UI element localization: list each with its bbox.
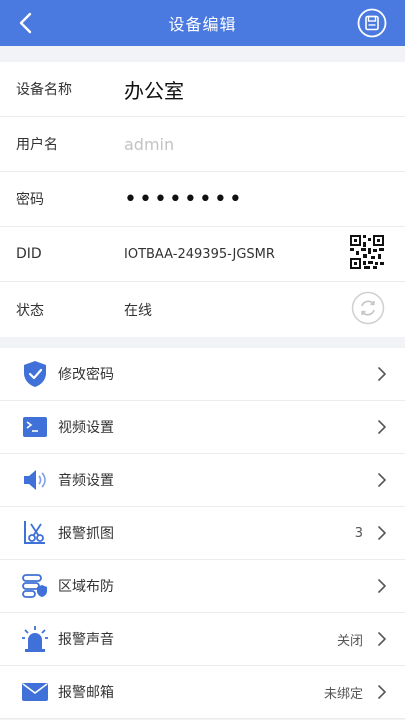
status-value: 在线 xyxy=(124,302,152,319)
device-name-field[interactable]: 办公室 xyxy=(124,75,184,104)
refresh-icon xyxy=(351,291,385,324)
chevron-right-icon xyxy=(378,367,386,381)
speaker-icon xyxy=(20,465,50,495)
menu-item-video-settings[interactable]: 视频设置 xyxy=(0,401,405,454)
menu-item-change-password[interactable]: 修改密码 xyxy=(0,348,405,401)
chevron-right-icon xyxy=(378,579,386,593)
menu-value: 关闭 xyxy=(336,633,363,649)
terminal-icon xyxy=(20,412,50,442)
zone-shield-icon xyxy=(20,571,50,601)
mail-icon xyxy=(20,677,50,707)
menu-label: 报警声音 xyxy=(58,632,114,648)
top-bar: 设备编辑 xyxy=(0,0,405,46)
menu-value: 3 xyxy=(354,525,363,541)
save-button[interactable] xyxy=(357,8,387,38)
chevron-right-icon xyxy=(378,685,386,699)
did-value: IOTBAA-249395-JGSMR xyxy=(124,246,275,262)
device-name-row: 设备名称 办公室 xyxy=(0,62,405,117)
chevron-right-icon xyxy=(378,473,386,487)
save-icon xyxy=(357,8,387,38)
menu-label: 报警邮箱 xyxy=(58,685,114,701)
alarm-light-icon xyxy=(20,624,50,654)
chevron-right-icon xyxy=(378,420,386,434)
qr-code-icon xyxy=(349,234,385,270)
menu-item-zone-defense[interactable]: 区域布防 xyxy=(0,560,405,613)
chevron-right-icon xyxy=(378,526,386,540)
menu-label: 区域布防 xyxy=(58,579,114,595)
menu-item-alarm-sound[interactable]: 报警声音 关闭 xyxy=(0,613,405,666)
chevron-left-icon xyxy=(19,12,32,34)
menu-label: 视频设置 xyxy=(58,420,114,436)
status-label: 状态 xyxy=(16,302,44,319)
menu-item-audio-settings[interactable]: 音频设置 xyxy=(0,454,405,507)
page-title: 设备编辑 xyxy=(168,15,237,34)
scissors-frame-icon xyxy=(20,518,50,548)
did-row: DID IOTBAA-249395-JGSMR xyxy=(0,227,405,282)
chevron-right-icon xyxy=(378,632,386,646)
menu-label: 音频设置 xyxy=(58,473,114,489)
password-field[interactable]: •••••••• xyxy=(124,187,244,212)
username-row: 用户名 admin xyxy=(0,117,405,172)
menu-value: 未绑定 xyxy=(323,686,363,702)
password-label: 密码 xyxy=(16,192,44,208)
menu-label: 修改密码 xyxy=(58,367,114,383)
menu-item-alarm-snapshot[interactable]: 报警抓图 3 xyxy=(0,507,405,560)
device-info-section: 设备名称 办公室 用户名 admin 密码 •••••••• DID IOTBA… xyxy=(0,62,405,337)
refresh-button[interactable] xyxy=(351,291,385,329)
device-name-label: 设备名称 xyxy=(16,82,72,98)
username-label: 用户名 xyxy=(16,137,58,153)
username-field[interactable]: admin xyxy=(124,135,174,154)
shield-check-icon xyxy=(20,359,50,389)
menu-label: 报警抓图 xyxy=(58,526,114,542)
password-row: 密码 •••••••• xyxy=(0,172,405,227)
did-label: DID xyxy=(16,246,42,262)
back-button[interactable] xyxy=(8,6,42,40)
menu-item-alarm-email[interactable]: 报警邮箱 未绑定 xyxy=(0,666,405,719)
status-row: 状态 在线 xyxy=(0,282,405,337)
qr-code-button[interactable] xyxy=(349,234,385,274)
settings-menu: 修改密码 视频设置 音频设置 报警抓图 3 区域布防 报警声音 关闭 报警邮箱 … xyxy=(0,348,405,719)
